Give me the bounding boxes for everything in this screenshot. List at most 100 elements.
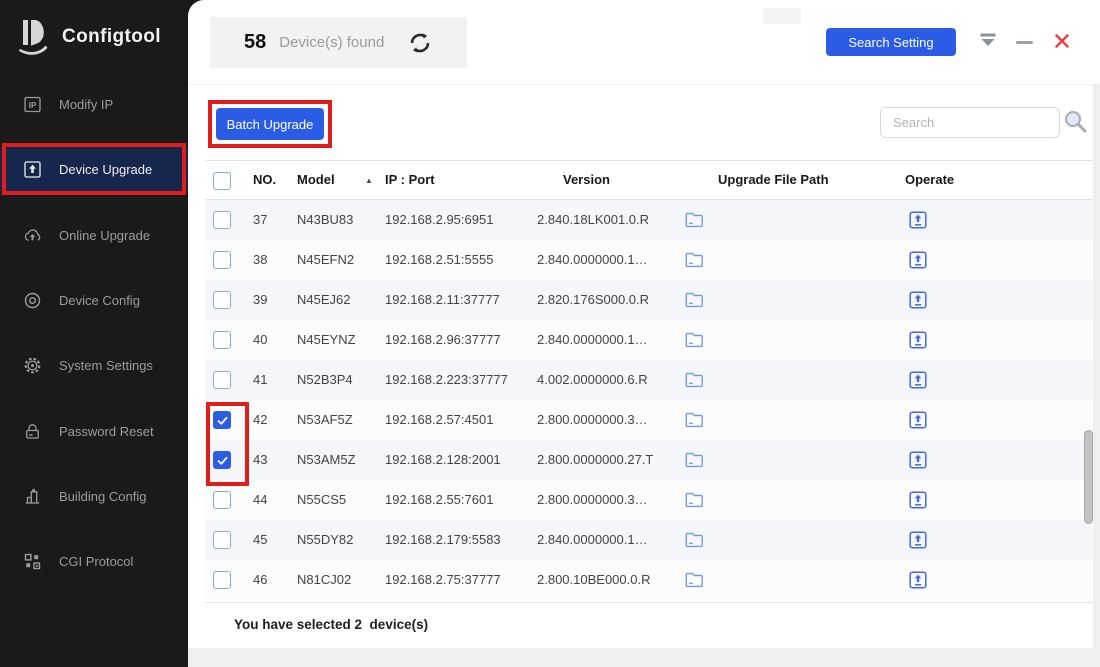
upload-icon[interactable]	[908, 450, 928, 470]
row-checkbox[interactable]	[213, 411, 231, 429]
row-version: 4.002.0000000.6.R	[537, 360, 648, 400]
scrollbar-thumb[interactable]	[1084, 430, 1093, 524]
folder-icon[interactable]	[685, 211, 704, 229]
close-icon[interactable]	[1053, 32, 1071, 50]
row-no: 38	[253, 240, 267, 280]
sidebar-item-device-upgrade[interactable]: Device Upgrade	[0, 147, 188, 191]
sidebar-item-cgi-protocol[interactable]: CGI Protocol	[0, 539, 188, 583]
row-ip-port: 192.168.2.57:4501	[385, 400, 493, 440]
table-row: 44 N55CS5 192.168.2.55:7601 2.800.000000…	[205, 480, 1092, 520]
sidebar-item-label: Online Upgrade	[59, 228, 150, 243]
row-model: N55DY82	[297, 520, 353, 560]
row-no: 43	[253, 440, 267, 480]
table-row: 45 N55DY82 192.168.2.179:5583 2.840.0000…	[205, 520, 1092, 560]
row-checkbox[interactable]	[213, 211, 231, 229]
folder-icon[interactable]	[685, 251, 704, 269]
col-ip-port[interactable]: IP : Port	[385, 161, 435, 199]
upload-icon[interactable]	[908, 210, 928, 230]
col-no[interactable]: NO.	[253, 161, 276, 199]
row-no: 40	[253, 320, 267, 360]
row-ip-port: 192.168.2.95:6951	[385, 200, 493, 240]
folder-icon[interactable]	[685, 331, 704, 349]
collapse-icon[interactable]	[979, 33, 997, 48]
row-checkbox[interactable]	[213, 571, 231, 589]
folder-icon[interactable]	[685, 411, 704, 429]
row-checkbox[interactable]	[213, 531, 231, 549]
row-checkbox[interactable]	[213, 451, 231, 469]
sidebar-item-label: Device Upgrade	[59, 162, 152, 177]
folder-icon[interactable]	[685, 571, 704, 589]
refresh-icon[interactable]	[408, 31, 432, 55]
upload-icon[interactable]	[908, 250, 928, 270]
row-no: 42	[253, 400, 267, 440]
table-row: 39 N45EJ62 192.168.2.11:37777 2.820.176S…	[205, 280, 1092, 320]
row-no: 44	[253, 480, 267, 520]
building-config-icon	[23, 487, 42, 506]
sidebar-item-label: Password Reset	[59, 424, 154, 439]
sidebar-item-system-settings[interactable]: System Settings	[0, 343, 188, 387]
row-no: 45	[253, 520, 267, 560]
minimize-icon[interactable]	[1016, 41, 1033, 44]
sidebar-item-online-upgrade[interactable]: Online Upgrade	[0, 213, 188, 257]
row-checkbox[interactable]	[213, 491, 231, 509]
upload-icon[interactable]	[908, 530, 928, 550]
row-checkbox[interactable]	[213, 331, 231, 349]
folder-icon[interactable]	[685, 531, 704, 549]
magnifier-icon[interactable]	[1062, 108, 1088, 134]
row-model: N53AM5Z	[297, 440, 356, 480]
sidebar-item-building-config[interactable]: Building Config	[0, 474, 188, 518]
sidebar-item-label: CGI Protocol	[59, 554, 133, 569]
sort-asc-icon[interactable]: ▲	[365, 176, 373, 186]
folder-icon[interactable]	[685, 491, 704, 509]
upload-icon[interactable]	[908, 370, 928, 390]
col-model[interactable]: Model	[297, 161, 335, 199]
col-file-path[interactable]: Upgrade File Path	[718, 161, 829, 199]
row-version: 2.800.0000000.3…	[537, 400, 648, 440]
online-upgrade-icon	[23, 226, 42, 245]
col-operate[interactable]: Operate	[905, 161, 954, 199]
select-all-checkbox[interactable]	[213, 172, 231, 190]
batch-upgrade-button[interactable]: Batch Upgrade	[216, 108, 324, 140]
sidebar-item-label: Building Config	[59, 489, 146, 504]
row-ip-port: 192.168.2.223:37777	[385, 360, 508, 400]
row-ip-port: 192.168.2.55:7601	[385, 480, 493, 520]
upload-icon[interactable]	[908, 290, 928, 310]
row-no: 37	[253, 200, 267, 240]
app-logo: Configtool	[19, 18, 161, 56]
password-reset-icon	[23, 422, 42, 441]
row-checkbox[interactable]	[213, 291, 231, 309]
row-checkbox[interactable]	[213, 251, 231, 269]
search-setting-button[interactable]: Search Setting	[826, 28, 956, 56]
row-model: N45EJ62	[297, 280, 350, 320]
row-model: N45EYNZ	[297, 320, 356, 360]
table-row: 42 N53AF5Z 192.168.2.57:4501 2.800.00000…	[205, 400, 1092, 440]
table-header: NO. Model ▲ IP : Port Version Upgrade Fi…	[205, 160, 1092, 200]
upload-icon[interactable]	[908, 490, 928, 510]
col-version[interactable]: Version	[563, 161, 610, 199]
search-input[interactable]	[880, 107, 1060, 138]
row-no: 41	[253, 360, 267, 400]
table-body: 37 N43BU83 192.168.2.95:6951 2.840.18LK0…	[205, 200, 1092, 600]
upload-icon[interactable]	[908, 570, 928, 590]
row-no: 39	[253, 280, 267, 320]
row-model: N43BU83	[297, 200, 353, 240]
device-count: 58	[244, 31, 266, 54]
sidebar-item-modify-ip[interactable]: IP Modify IP	[0, 82, 188, 126]
row-checkbox[interactable]	[213, 371, 231, 389]
sidebar-item-password-reset[interactable]: Password Reset	[0, 409, 188, 453]
row-version: 2.820.176S000.0.R	[537, 280, 649, 320]
row-ip-port: 192.168.2.51:5555	[385, 240, 493, 280]
row-version: 2.840.0000000.1…	[537, 240, 648, 280]
table-row: 40 N45EYNZ 192.168.2.96:37777 2.840.0000…	[205, 320, 1092, 360]
sidebar-item-device-config[interactable]: Device Config	[0, 278, 188, 322]
folder-icon[interactable]	[685, 371, 704, 389]
brand-d-icon	[19, 18, 49, 56]
folder-icon[interactable]	[685, 291, 704, 309]
row-version: 2.840.0000000.1…	[537, 520, 648, 560]
sidebar-item-label: System Settings	[59, 358, 153, 373]
sidebar-item-label: Modify IP	[59, 97, 113, 112]
table-row: 46 N81CJ02 192.168.2.75:37777 2.800.10BE…	[205, 560, 1092, 600]
folder-icon[interactable]	[685, 451, 704, 469]
upload-icon[interactable]	[908, 330, 928, 350]
upload-icon[interactable]	[908, 410, 928, 430]
